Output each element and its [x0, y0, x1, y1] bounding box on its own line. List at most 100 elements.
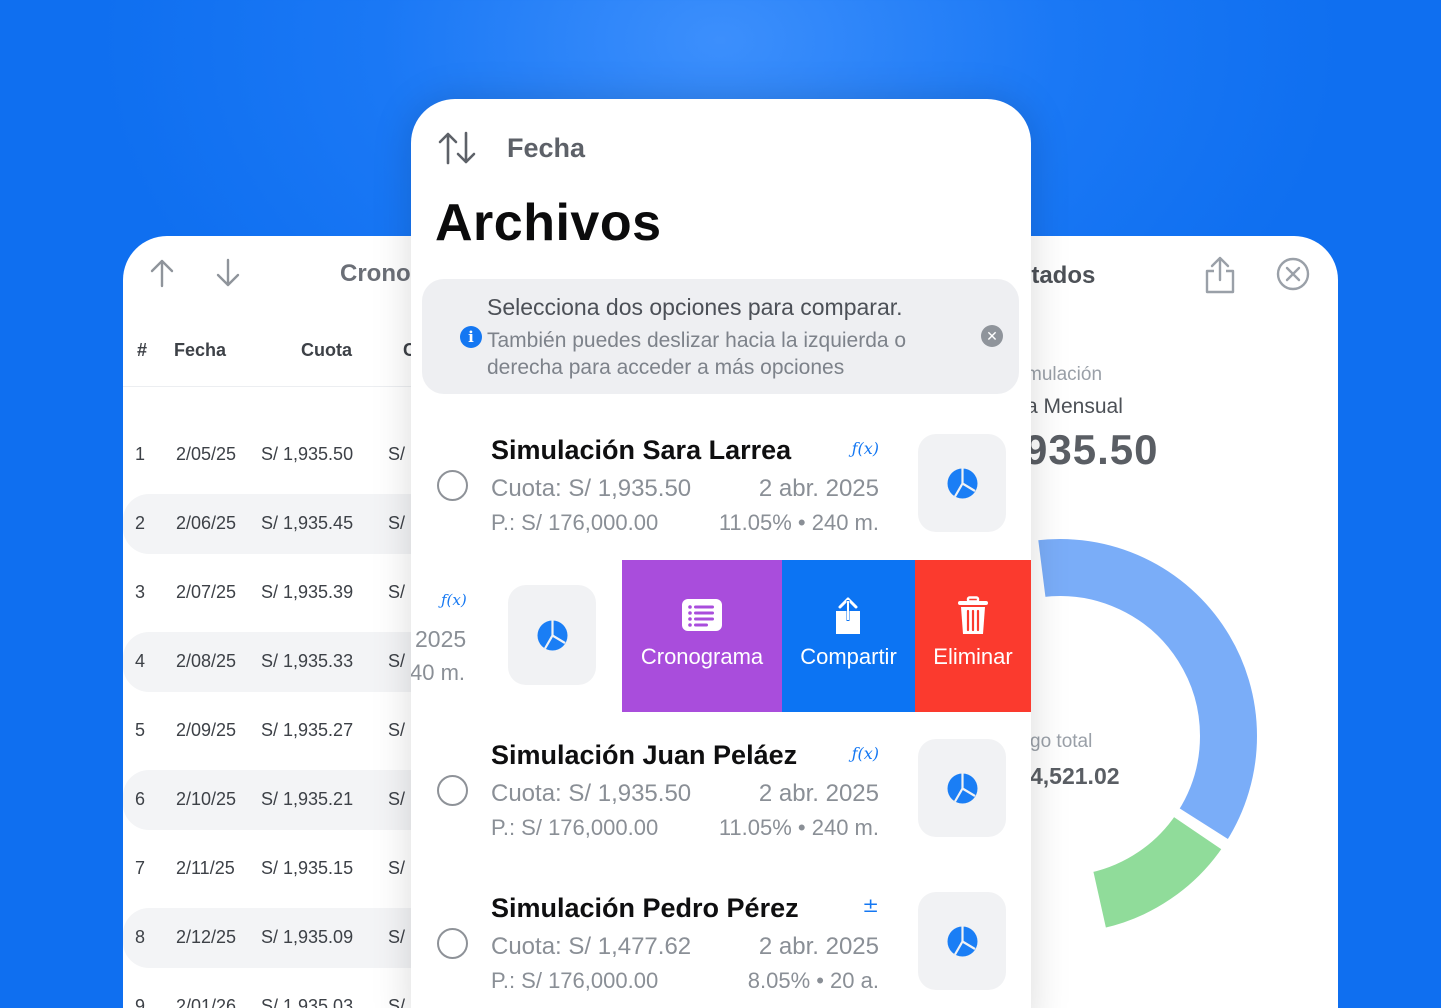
row-cuota: S/ 1,935.15 [261, 858, 354, 878]
info-banner: i Selecciona dos opciones para comparar.… [422, 279, 1019, 394]
simulation-rate: 11.05% • 240 m. [718, 510, 879, 535]
simulation-principal: P.: S/ 176,000.00 [491, 510, 659, 535]
simulation-date: 2 abr. 2025 [758, 933, 879, 960]
cuota-mensual-label: a Mensual [1026, 395, 1123, 418]
row-fecha: 2/05/25 [176, 444, 237, 464]
share-icon [836, 597, 860, 634]
info-title: Selecciona dos opciones para comparar. [487, 294, 903, 320]
arrow-down-icon[interactable] [215, 258, 241, 288]
simulation-rate: 8.05% • 20 a. [747, 968, 879, 993]
pie-chart-icon [947, 773, 978, 804]
select-radio[interactable] [437, 928, 468, 959]
row-cuota: S/ 1,935.27 [261, 720, 354, 740]
row-cuota: S/ 1,935.50 [261, 444, 354, 464]
row-next: S/ [388, 927, 406, 947]
row-number: 6 [135, 789, 146, 809]
simulation-principal: P.: S/ 176,000.00 [491, 815, 659, 840]
sort-label[interactable]: Fecha [507, 133, 585, 164]
archivos-card: Fecha Archivos i Selecciona dos opciones… [411, 99, 1031, 1008]
simulation-name: Simulación Sara Larrea [491, 435, 792, 465]
row-number: 5 [135, 720, 146, 740]
simulation-principal: P.: S/ 176,000.00 [491, 968, 659, 993]
row-next: S/ [388, 582, 406, 602]
info-icon: i [460, 326, 482, 348]
sort-icon[interactable] [437, 130, 477, 166]
eliminar-button[interactable]: Eliminar [915, 560, 1031, 712]
info-body: También puedes deslizar hacia la izquier… [487, 329, 907, 379]
row-fecha: 2/06/25 [176, 513, 237, 533]
compartir-label: Compartir [800, 644, 897, 669]
swiped-list-item[interactable]: ƒ(x) 2025 40 m. Cronograma Compartir Eli… [411, 560, 1031, 712]
trash-icon [958, 596, 988, 634]
row-cuota: S/ 1,935.33 [261, 651, 354, 671]
simulation-cuota: Cuota: S/ 1,935.50 [491, 475, 692, 502]
list-icon [682, 599, 722, 631]
simulation-cuota: Cuota: S/ 1,477.62 [491, 933, 692, 960]
row-number: 7 [135, 858, 146, 878]
simulation-cuota: Cuota: S/ 1,935.50 [491, 780, 692, 807]
col-header-number: # [137, 340, 148, 360]
share-icon[interactable] [1204, 255, 1236, 295]
simulation-rate: 40 m. [411, 660, 466, 685]
cronograma-label: Cronograma [640, 644, 764, 669]
pie-chart-icon [947, 468, 978, 499]
simulation-date: 2 abr. 2025 [758, 780, 879, 807]
cuota-mensual-value: 935.50 [1024, 426, 1159, 473]
arrow-up-icon[interactable] [149, 258, 175, 288]
total-value: 4,521.02 [1030, 763, 1120, 789]
row-number: 2 [135, 513, 146, 533]
simulation-label: mulación [1026, 364, 1103, 385]
row-number: 8 [135, 927, 146, 947]
close-icon[interactable]: ✕ [981, 325, 1003, 347]
pie-chart-icon [537, 620, 568, 651]
row-cuota: S/ 1,935.39 [261, 582, 354, 602]
list-item[interactable]: Simulación Juan Peláez ƒ(x) Cuota: S/ 1,… [411, 739, 1031, 860]
row-next: S/ [388, 444, 406, 464]
row-cuota: S/ 1,935.45 [261, 513, 354, 533]
schedule-title: Crono [340, 260, 411, 287]
pie-chart-button[interactable] [918, 739, 1006, 837]
col-header-cuota: Cuota [301, 340, 352, 360]
row-next: S/ [388, 789, 406, 809]
row-fecha: 2/10/25 [176, 789, 237, 809]
cronograma-button[interactable]: Cronograma [622, 560, 782, 712]
formula-badge-icon: ƒ(x) [851, 744, 879, 763]
total-label: go total [1030, 731, 1093, 752]
select-radio[interactable] [437, 470, 468, 501]
col-header-fecha: Fecha [174, 340, 227, 360]
row-fecha: 2/12/25 [176, 927, 237, 947]
pie-chart-button[interactable] [508, 585, 596, 685]
row-number: 1 [135, 444, 146, 464]
simulation-rate: 11.05% • 240 m. [718, 815, 879, 840]
row-fecha: 2/08/25 [176, 651, 237, 671]
formula-badge-icon: ƒ(x) [851, 439, 879, 458]
row-next: S/ [388, 996, 406, 1008]
row-number: 4 [135, 651, 146, 671]
pie-chart-icon [947, 926, 978, 957]
eliminar-label: Eliminar [933, 644, 1013, 669]
row-next: S/ [388, 651, 406, 671]
row-number: 3 [135, 582, 146, 602]
row-fecha: 2/09/25 [176, 720, 237, 740]
row-next: S/ [388, 858, 406, 878]
row-fecha: 2/01/26 [176, 996, 237, 1008]
formula-badge-icon: ƒ(x) [441, 591, 467, 609]
row-fecha: 2/07/25 [176, 582, 237, 602]
simulation-name: Simulación Pedro Pérez [491, 893, 799, 923]
select-radio[interactable] [437, 775, 468, 806]
row-number: 9 [135, 996, 146, 1008]
row-cuota: S/ 1,935.09 [261, 927, 354, 947]
close-icon[interactable] [1276, 257, 1310, 291]
simulation-date: 2 abr. 2025 [758, 475, 879, 502]
list-item[interactable]: Simulación Pedro Pérez ± Cuota: S/ 1,477… [411, 892, 1031, 1008]
plus-minus-badge-icon: ± [862, 893, 879, 917]
simulation-date: 2025 [415, 626, 467, 652]
row-cuota: S/ 1,935.21 [261, 789, 354, 809]
donut-segment-blue [1031, 536, 1263, 847]
pie-chart-button[interactable] [918, 892, 1006, 990]
row-fecha: 2/11/25 [176, 858, 235, 878]
list-item[interactable]: Simulación Sara Larrea ƒ(x) Cuota: S/ 1,… [411, 434, 1031, 555]
page-title: Archivos [435, 194, 662, 252]
compartir-button[interactable]: Compartir [782, 560, 915, 712]
pie-chart-button[interactable] [918, 434, 1006, 532]
